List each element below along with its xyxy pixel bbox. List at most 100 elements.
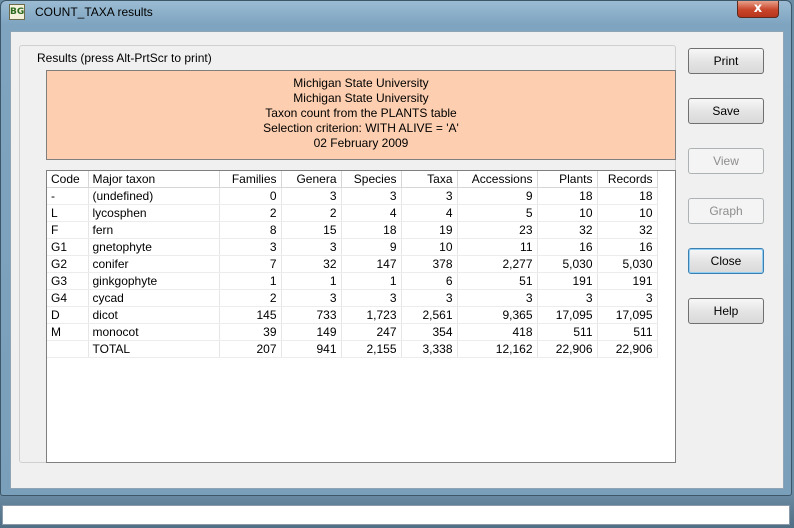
cell-plants: 17,095 [537, 306, 598, 324]
cell-plants: 32 [537, 221, 598, 239]
cell-code: - [47, 187, 89, 205]
cell-genera: 941 [281, 340, 342, 358]
cell-taxa: 6 [401, 272, 458, 290]
cell-major-taxon: gnetophyte [88, 238, 220, 256]
column-header-major-taxon[interactable]: Major taxon [88, 171, 220, 188]
view-button: View [688, 148, 764, 174]
table-row[interactable]: G4 cycad 2 3 3 3 3 3 3 [47, 289, 658, 307]
table-row[interactable]: G2 conifer 7 32 147 378 2,277 5,030 5,030 [47, 255, 658, 273]
cell-plants: 511 [537, 323, 598, 341]
table-row[interactable]: Ffern 8 15 18 19 23 32 32 [47, 221, 658, 239]
column-header-accessions[interactable]: Accessions [457, 171, 538, 188]
cell-major-taxon: (undefined) [88, 187, 220, 205]
cell-code [47, 340, 89, 358]
cell-records: 16 [597, 238, 658, 256]
cell-plants: 5,030 [537, 255, 598, 273]
column-header-taxa[interactable]: Taxa [401, 171, 458, 188]
cell-accessions: 23 [457, 221, 538, 239]
cell-accessions: 12,162 [457, 340, 538, 358]
cell-genera: 15 [281, 221, 342, 239]
cell-code: L [47, 204, 89, 222]
header-line-2: Michigan State University [293, 91, 429, 105]
cell-species: 147 [341, 255, 402, 273]
table-row[interactable]: G1 gnetophyte 3 3 9 10 11 16 16 [47, 238, 658, 256]
cell-species: 18 [341, 221, 402, 239]
cell-code: G4 [47, 289, 89, 307]
cell-records: 32 [597, 221, 658, 239]
cell-code: D [47, 306, 89, 324]
close-button[interactable]: Close [688, 248, 764, 274]
cell-species: 3 [341, 187, 402, 205]
cell-plants: 16 [537, 238, 598, 256]
cell-records: 17,095 [597, 306, 658, 324]
title-bar[interactable]: BG COUNT_TAXA results x [1, 1, 791, 25]
column-header-families[interactable]: Families [219, 171, 282, 188]
cell-families: 7 [219, 255, 282, 273]
cell-taxa: 4 [401, 204, 458, 222]
cell-records: 3 [597, 289, 658, 307]
window-close-icon[interactable]: x [737, 1, 779, 18]
cell-genera: 1 [281, 272, 342, 290]
cell-code: M [47, 323, 89, 341]
cell-taxa: 3 [401, 187, 458, 205]
cell-genera: 149 [281, 323, 342, 341]
cell-plants: 22,906 [537, 340, 598, 358]
cell-genera: 3 [281, 238, 342, 256]
table-row[interactable]: Ddicot 145 733 1,723 2,561 9,365 17,095 17,095 [47, 306, 658, 324]
cell-records: 22,906 [597, 340, 658, 358]
table-row[interactable]: TOTAL 207 941 2,155 3,338 12,162 22,906 22,906 [47, 340, 658, 358]
cell-species: 9 [341, 238, 402, 256]
cell-genera: 3 [281, 187, 342, 205]
window-title: COUNT_TAXA results [35, 5, 153, 19]
cell-accessions: 9,365 [457, 306, 538, 324]
results-table: Code Major taxon Families Genera Species… [47, 171, 658, 358]
print-button[interactable]: Print [688, 48, 764, 74]
cell-major-taxon: fern [88, 221, 220, 239]
cell-accessions: 11 [457, 238, 538, 256]
header-line-4: Selection criterion: WITH ALIVE = 'A' [263, 121, 459, 135]
help-button[interactable]: Help [688, 298, 764, 324]
cell-records: 18 [597, 187, 658, 205]
cell-species: 3 [341, 289, 402, 307]
graph-button: Graph [688, 198, 764, 224]
cell-families: 39 [219, 323, 282, 341]
cell-genera: 32 [281, 255, 342, 273]
cell-major-taxon: TOTAL [88, 340, 220, 358]
app-icon: BG [9, 4, 25, 20]
cell-families: 8 [219, 221, 282, 239]
cell-families: 207 [219, 340, 282, 358]
save-button[interactable]: Save [688, 98, 764, 124]
cell-accessions: 5 [457, 204, 538, 222]
dialog-client-area: Results (press Alt-PrtScr to print) Mich… [10, 31, 784, 489]
column-header-code[interactable]: Code [47, 171, 89, 188]
cell-species: 1 [341, 272, 402, 290]
cell-families: 2 [219, 289, 282, 307]
column-header-plants[interactable]: Plants [537, 171, 598, 188]
cell-records: 5,030 [597, 255, 658, 273]
taskbar-status-field [2, 505, 790, 525]
cell-accessions: 418 [457, 323, 538, 341]
header-line-1: Michigan State University [293, 76, 429, 90]
results-table-view[interactable]: Code Major taxon Families Genera Species… [46, 170, 676, 463]
cell-accessions: 2,277 [457, 255, 538, 273]
cell-code: G3 [47, 272, 89, 290]
cell-plants: 10 [537, 204, 598, 222]
cell-plants: 3 [537, 289, 598, 307]
cell-major-taxon: conifer [88, 255, 220, 273]
cell-species: 247 [341, 323, 402, 341]
cell-plants: 18 [537, 187, 598, 205]
table-row[interactable]: Llycosphen 2 2 4 4 5 10 10 [47, 204, 658, 222]
table-header-row: Code Major taxon Families Genera Species… [47, 171, 658, 188]
column-header-species[interactable]: Species [341, 171, 402, 188]
column-header-records[interactable]: Records [597, 171, 658, 188]
cell-accessions: 3 [457, 289, 538, 307]
table-row[interactable]: G3 ginkgophyte 1 1 1 6 51 191 191 [47, 272, 658, 290]
cell-genera: 3 [281, 289, 342, 307]
table-row[interactable]: Mmonocot 39 149 247 354 418 511 511 [47, 323, 658, 341]
table-row[interactable]: - (undefined) 0 3 3 3 9 18 18 [47, 187, 658, 205]
cell-major-taxon: ginkgophyte [88, 272, 220, 290]
report-header-panel: Michigan State University Michigan State… [46, 70, 676, 160]
cell-species: 4 [341, 204, 402, 222]
column-header-genera[interactable]: Genera [281, 171, 342, 188]
cell-accessions: 51 [457, 272, 538, 290]
